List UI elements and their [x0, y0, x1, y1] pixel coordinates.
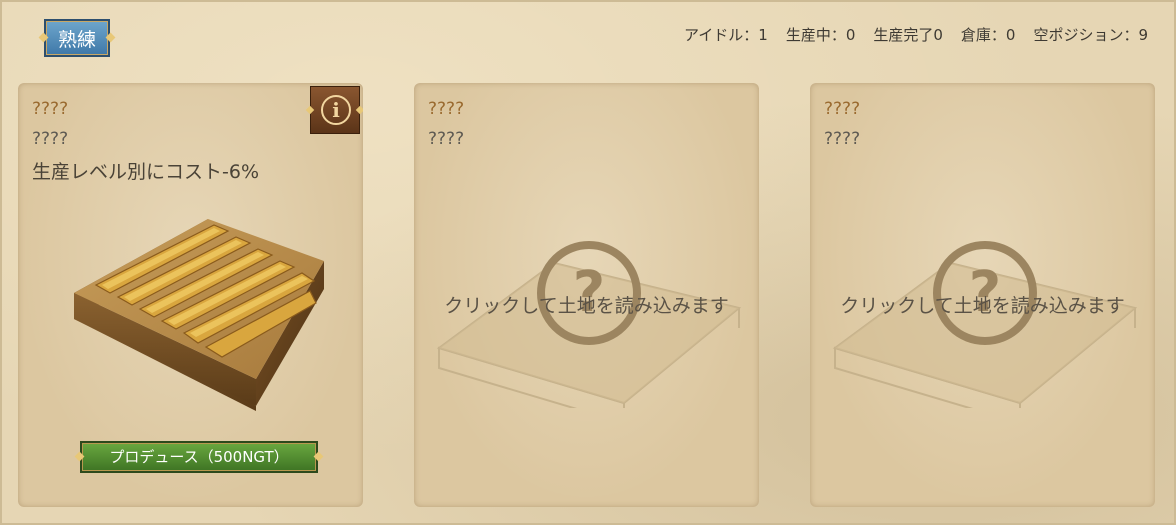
load-land-text[interactable]: クリックして土地を読み込みます: [414, 291, 759, 318]
info-icon: i: [321, 95, 351, 125]
land-card-1[interactable]: ???? ???? 生産レベル別にコスト-6% i プロデュース（500NGT）: [18, 83, 363, 507]
status-warehouse: 倉庫：0: [960, 26, 1016, 44]
land-detail: ????: [428, 129, 465, 149]
status-empty-positions: 空ポジション：9: [1033, 26, 1148, 44]
land-card-2[interactable]: ???? ???? ? クリックして土地を読み込みます: [414, 83, 759, 507]
cost-bonus-text: 生産レベル別にコスト-6%: [32, 161, 259, 183]
status-done: 生産完了0: [873, 26, 943, 44]
production-status-bar: アイドル：1 生産中：0 生産完了0 倉庫：0 空ポジション：9: [684, 24, 1148, 45]
info-button[interactable]: i: [305, 86, 363, 134]
ornament-icon: [305, 105, 315, 115]
land-card-3[interactable]: ???? ???? ? クリックして土地を読み込みます: [810, 83, 1155, 507]
load-land-text[interactable]: クリックして土地を読み込みます: [810, 291, 1155, 318]
land-detail: ????: [824, 129, 861, 149]
produce-button[interactable]: プロデュース（500NGT）: [74, 441, 324, 473]
land-name: ????: [428, 99, 465, 119]
status-producing: 生産中：0: [785, 26, 856, 44]
ornament-icon: [355, 105, 363, 115]
ornament-icon: [74, 451, 85, 462]
skill-button[interactable]: 熟練: [38, 19, 116, 57]
land-name: ????: [32, 99, 69, 119]
produce-button-label: プロデュース（500NGT）: [109, 448, 289, 466]
ornament-icon: [313, 451, 324, 462]
land-name: ????: [824, 99, 861, 119]
wheat-field-tile: [74, 219, 324, 411]
land-detail: ????: [32, 129, 69, 149]
status-idle: アイドル：1: [684, 26, 768, 44]
skill-button-label: 熟練: [57, 29, 96, 51]
